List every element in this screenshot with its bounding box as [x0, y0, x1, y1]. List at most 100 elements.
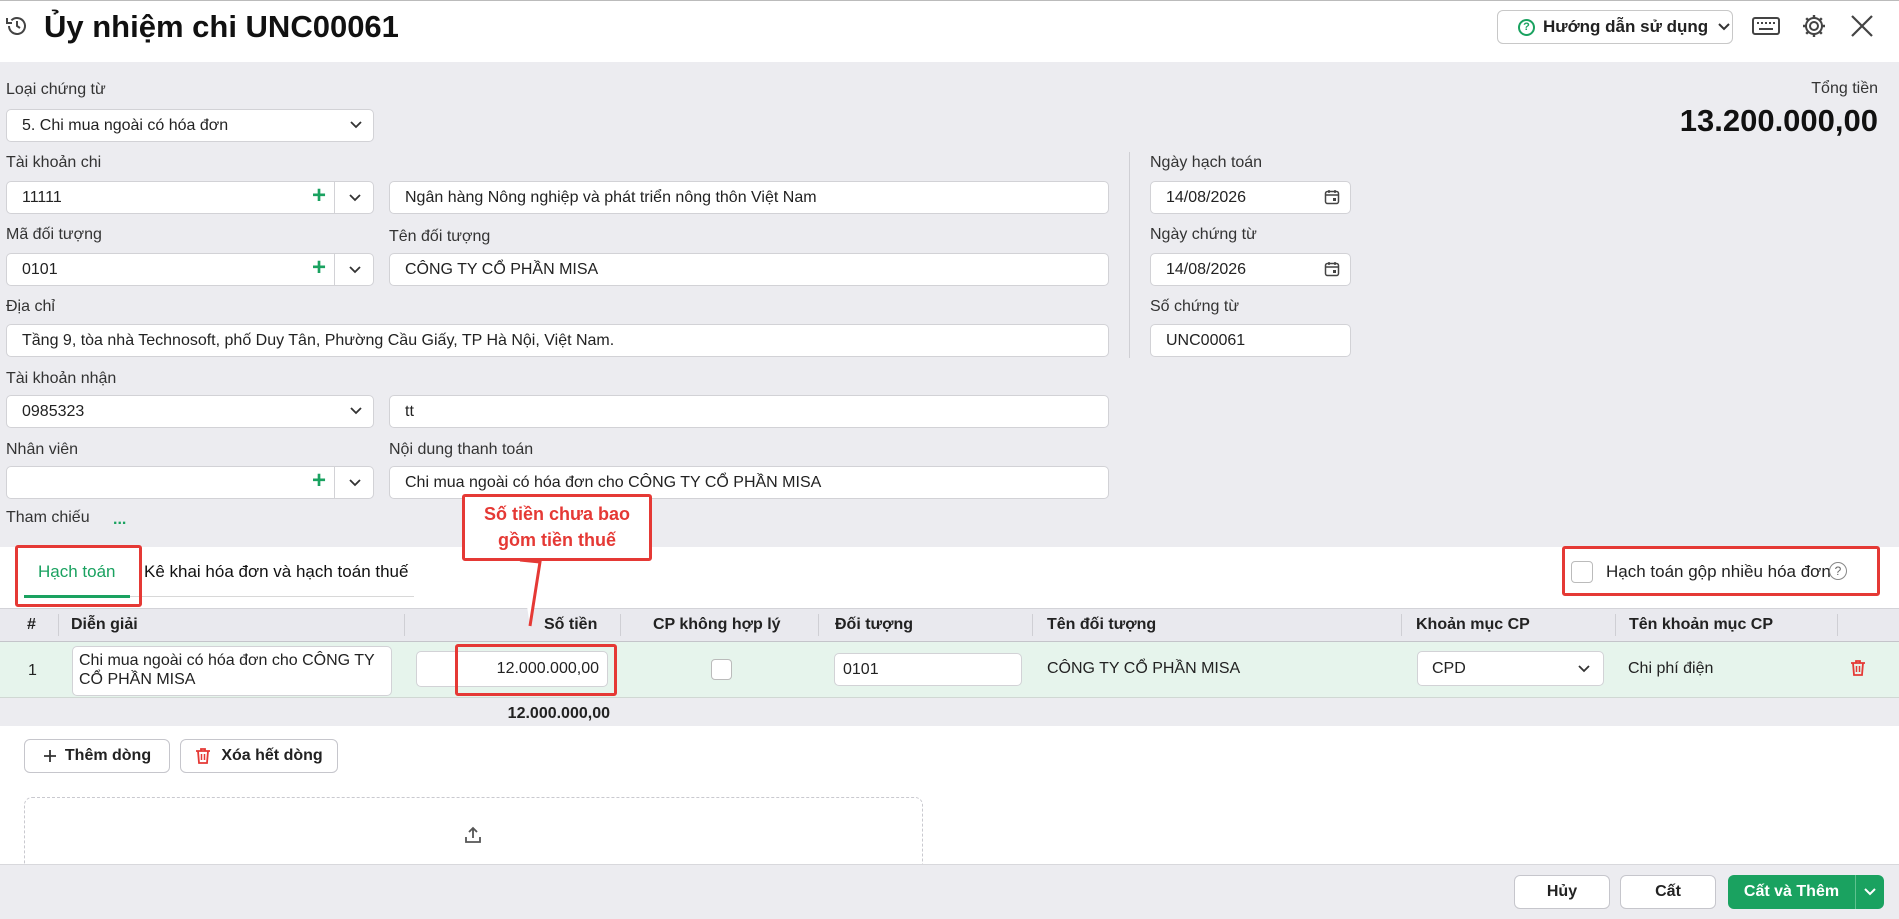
column-separator [1401, 614, 1402, 636]
dien-giai-input[interactable]: Chi mua ngoài có hóa đơn cho CÔNG TY CỔ … [72, 646, 392, 696]
calendar-icon[interactable] [1324, 189, 1340, 205]
question-icon: ? [1518, 18, 1535, 36]
history-icon[interactable] [4, 13, 30, 39]
dien-giai-line: CỔ PHẦN MISA [79, 671, 196, 688]
plus-icon[interactable]: + [312, 467, 326, 495]
column-separator [58, 614, 59, 636]
sum-so-tien: 12.000.000,00 [507, 705, 610, 722]
noi-dung-label: Nội dung thanh toán [389, 441, 534, 458]
col-index: # [27, 616, 36, 633]
close-icon[interactable] [1849, 13, 1875, 39]
dia-chi-label: Địa chỉ [6, 298, 55, 315]
ngay-hach-toan-input[interactable]: 14/08/2026 [1150, 181, 1351, 214]
highlight-hach-toan-tab [15, 545, 142, 607]
tai-khoan-nhan-extra-value: tt [405, 402, 414, 420]
column-separator [1615, 614, 1616, 636]
chevron-down-icon [1578, 665, 1590, 673]
tai-khoan-nhan-select[interactable]: 0985323 [6, 395, 374, 428]
cp-khong-hop-ly-checkbox[interactable] [711, 659, 732, 680]
vertical-divider [1129, 152, 1130, 358]
tai-khoan-nhan-extra-input[interactable]: tt [389, 395, 1109, 428]
loai-chung-tu-value: 5. Chi mua ngoài có hóa đơn [22, 116, 229, 134]
tham-chieu-more-link[interactable]: ... [113, 511, 126, 529]
dia-chi-value: Tầng 9, tòa nhà Technosoft, phố Duy Tân,… [22, 331, 615, 349]
dia-chi-input[interactable]: Tầng 9, tòa nhà Technosoft, phố Duy Tân,… [6, 324, 1109, 357]
so-chung-tu-input[interactable]: UNC00061 [1150, 324, 1351, 357]
tai-khoan-nhan-label: Tài khoản nhận [6, 370, 117, 387]
trash-icon[interactable] [1850, 659, 1866, 677]
total-value: 13.200.000,00 [1679, 103, 1878, 138]
keyboard-icon[interactable] [1752, 15, 1780, 37]
plus-icon[interactable]: + [312, 182, 326, 210]
ma-doi-tuong-input[interactable]: 0101 + [6, 253, 374, 286]
help-button[interactable]: ? Hướng dẫn sử dụng [1497, 10, 1733, 44]
dialog-footer [0, 864, 1899, 919]
ngay-chung-tu-value: 14/08/2026 [1166, 260, 1247, 278]
column-separator [1032, 614, 1033, 636]
chevron-down-icon [348, 265, 361, 273]
tab-ke-khai[interactable]: Kê khai hóa đơn và hạch toán thuế [144, 562, 408, 582]
ten-khoan-muc-cp-cell: Chi phí điện [1628, 660, 1714, 677]
doi-tuong-value: 0101 [843, 661, 879, 678]
dropdown-toggle[interactable] [334, 182, 373, 213]
upload-icon[interactable] [465, 826, 481, 844]
add-row-label: Thêm dòng [64, 747, 152, 764]
nhan-vien-input[interactable]: + [6, 466, 374, 499]
chevron-down-icon [348, 193, 361, 201]
tai-khoan-chi-input[interactable]: 11111 + [6, 181, 374, 214]
column-separator [404, 614, 405, 636]
highlight-merge-option [1562, 546, 1880, 596]
dropdown-toggle[interactable] [334, 467, 373, 498]
nhan-vien-label: Nhân viên [6, 441, 79, 458]
ma-doi-tuong-label: Mã đối tượng [6, 226, 102, 243]
tai-khoan-nhan-value: 0985323 [22, 402, 85, 420]
khoan-muc-cp-value: CPD [1432, 660, 1466, 677]
ten-doi-tuong-value: CÔNG TY CỔ PHẦN MISA [405, 260, 599, 278]
total-label: Tổng tiền [1811, 80, 1878, 97]
save-options-toggle[interactable] [1856, 888, 1884, 896]
loai-chung-tu-select[interactable]: 5. Chi mua ngoài có hóa đơn [6, 109, 374, 142]
khoan-muc-cp-select[interactable]: CPD [1417, 651, 1604, 686]
delete-all-rows-button[interactable]: Xóa hết dòng [180, 739, 338, 773]
col-dien-giai: Diễn giải [71, 616, 138, 633]
gear-icon[interactable] [1801, 13, 1827, 39]
ma-doi-tuong-value: 0101 [22, 260, 58, 278]
bank-name-input[interactable]: Ngân hàng Nông nghiệp và phát triển nông… [389, 181, 1109, 214]
ten-doi-tuong-input[interactable]: CÔNG TY CỔ PHẦN MISA [389, 253, 1109, 286]
column-separator [1837, 614, 1838, 636]
so-chung-tu-value: UNC00061 [1166, 331, 1246, 349]
save-button[interactable]: Cất [1620, 875, 1716, 909]
ten-doi-tuong-cell: CÔNG TY CỔ PHẦN MISA [1047, 660, 1241, 677]
chevron-down-icon [1718, 23, 1730, 31]
chevron-down-icon [348, 478, 361, 486]
ngay-chung-tu-input[interactable]: 14/08/2026 [1150, 253, 1351, 286]
dropdown-toggle[interactable] [334, 254, 373, 285]
trash-icon [196, 748, 211, 764]
cancel-button[interactable]: Hủy [1514, 875, 1610, 909]
highlight-so-tien-cell [455, 644, 617, 696]
loai-chung-tu-label: Loại chứng từ [6, 81, 106, 98]
delete-all-rows-label: Xóa hết dòng [221, 747, 323, 764]
calendar-icon[interactable] [1324, 261, 1340, 277]
ten-doi-tuong-label: Tên đối tượng [389, 228, 491, 245]
add-row-button[interactable]: Thêm dòng [24, 739, 170, 773]
column-separator [818, 614, 819, 636]
save-and-add-button[interactable]: Cất và Thêm [1728, 875, 1884, 909]
ngay-chung-tu-label: Ngày chứng từ [1150, 226, 1257, 243]
page-title: Ủy nhiệm chi UNC00061 [44, 9, 399, 44]
callout-line-2: gồm tiền thuế [498, 530, 616, 550]
annotation-callout: Số tiền chưa bao gồm tiền thuế [462, 494, 652, 561]
plus-icon[interactable]: + [312, 254, 326, 282]
chevron-down-icon [1864, 888, 1876, 896]
help-label: Hướng dẫn sử dụng [1543, 17, 1709, 36]
chevron-down-icon [350, 407, 362, 415]
tham-chieu-label: Tham chiếu [6, 509, 90, 526]
tai-khoan-chi-value: 11111 [22, 188, 62, 206]
save-and-add-label: Cất và Thêm [1743, 883, 1840, 900]
doi-tuong-input[interactable]: 0101 [834, 653, 1022, 686]
col-ten-doi-tuong: Tên đối tượng [1047, 616, 1157, 633]
col-so-tien: Số tiền [544, 616, 598, 633]
callout-line-1: Số tiền chưa bao [483, 504, 631, 524]
so-chung-tu-label: Số chứng từ [1150, 298, 1240, 315]
bank-name-value: Ngân hàng Nông nghiệp và phát triển nông… [405, 188, 817, 206]
